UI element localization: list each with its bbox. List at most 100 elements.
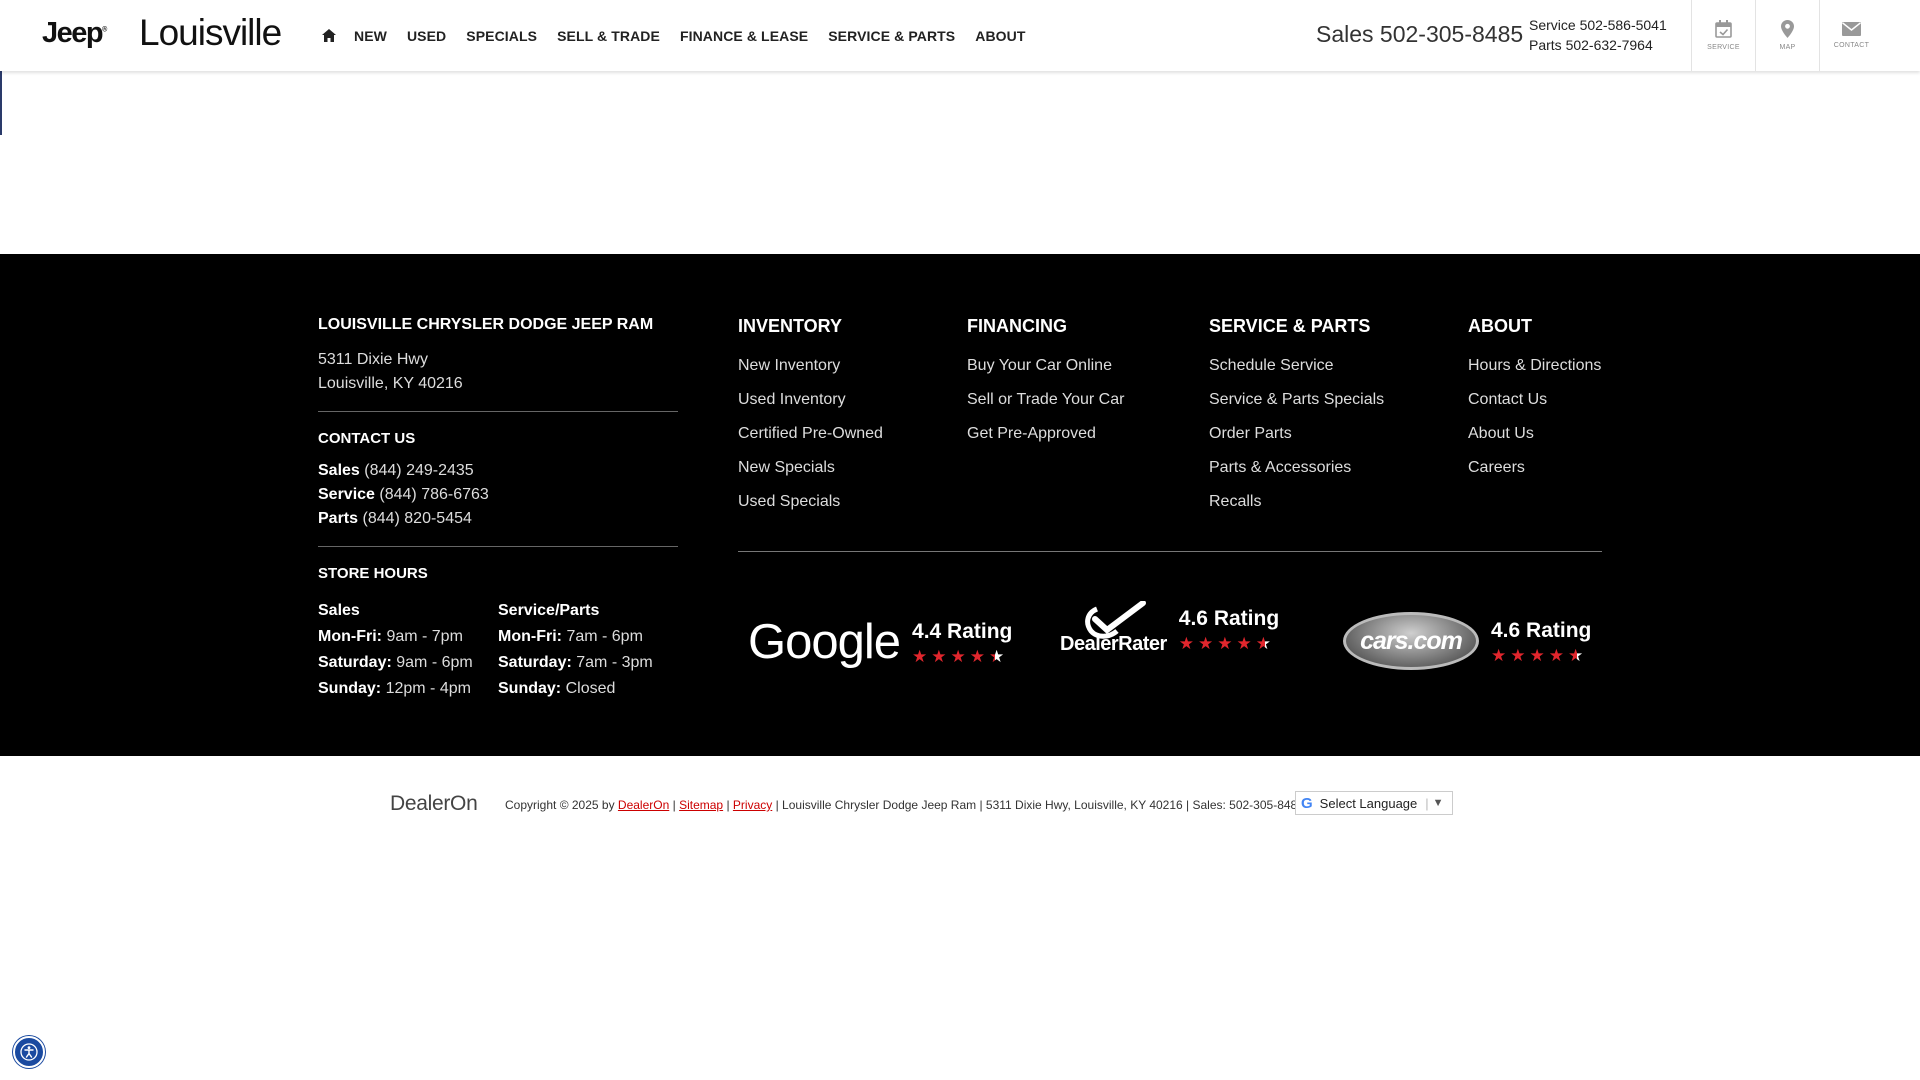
privacy-link[interactable]: Privacy [733,798,772,812]
hours-row: Mon-Fri: 9am - 7pm [318,628,463,645]
star-icon: ★ [1491,646,1507,665]
carscom-rating[interactable]: cars.com 4.6 Rating ★ ★ ★ ★ ★ [1343,612,1591,670]
footer-link[interactable]: Used Inventory [738,383,883,417]
nav-about[interactable]: ABOUT [975,28,1025,44]
dealer-city-logo[interactable]: Louisville [139,12,282,54]
star-rating: ★ ★ ★ ★ ★ [1179,633,1279,653]
divider [318,411,678,412]
star-icon: ★ [1529,646,1545,665]
nav-sell-trade[interactable]: SELL & TRADE [557,28,660,44]
map-pin-icon [1781,20,1794,38]
contact-list: Sales (844) 249-2435 Service (844) 786-6… [318,459,678,531]
footer-link[interactable]: New Specials [738,451,883,485]
star-icon: ★ [912,647,928,666]
footer-link[interactable]: Service & Parts Specials [1209,383,1384,417]
service-parts-hours: Service/Parts Mon-Fri: 7am - 6pm Saturda… [498,598,678,702]
nav-finance-lease[interactable]: FINANCE & LEASE [680,28,808,44]
dealerrater-rating[interactable]: DealerRater 4.6 Rating ★ ★ ★ ★ ★ [1060,601,1279,656]
service-phone[interactable]: Service 502-586-5041 [1529,15,1667,35]
contact-sales[interactable]: Sales (844) 249-2435 [318,459,678,483]
footer-link[interactable]: Careers [1468,451,1601,485]
footer-link[interactable]: Buy Your Car Online [967,349,1124,383]
store-hours-title: STORE HOURS [318,565,428,582]
service-quick-link[interactable]: SERVICE [1691,0,1755,71]
envelope-icon [1842,22,1861,36]
sales-hours: Sales Mon-Fri: 9am - 7pm Saturday: 9am -… [318,598,498,702]
footer-link[interactable]: New Inventory [738,349,883,383]
star-icon: ★ [1510,646,1526,665]
focus-marker [0,71,2,135]
financing-title: FINANCING [967,316,1067,336]
footer-link[interactable]: Recalls [1209,485,1384,519]
nav-new[interactable]: NEW [354,28,387,44]
footer-link[interactable]: Hours & Directions [1468,349,1601,383]
caret-down-icon: ▼ [1432,797,1444,809]
footer-link[interactable]: Used Specials [738,485,883,519]
financing-links: FINANCING Buy Your Car Online Sell or Tr… [967,316,1124,451]
about-links: ABOUT Hours & Directions Contact Us Abou… [1468,316,1601,485]
star-icon: ★ [931,647,947,666]
inventory-title: INVENTORY [738,316,843,336]
dealer-address[interactable]: 5311 Dixie Hwy Louisville, KY 40216 [318,348,678,396]
hours-row: Saturday: 7am - 3pm [498,654,653,671]
footer-link[interactable]: Certified Pre-Owned [738,417,883,451]
secondary-phones: Service 502-586-5041 Parts 502-632-7964 [1529,15,1667,55]
dealeron-logo[interactable]: DealerOn [390,792,478,816]
dealeron-link[interactable]: DealerOn [618,798,669,812]
nav-service-parts[interactable]: SERVICE & PARTS [828,28,955,44]
hours-row: Sunday: 12pm - 4pm [318,680,471,697]
inventory-links: INVENTORY New Inventory Used Inventory C… [738,316,883,519]
parts-phone[interactable]: Parts 502-632-7964 [1529,35,1667,55]
partial-star-icon: ★ [1255,633,1272,653]
rating-score: 4.4 Rating ★ ★ ★ ★ ★ [912,620,1013,666]
hours-row: Sunday: Closed [498,680,616,697]
footer-link[interactable]: Contact Us [1468,383,1601,417]
nav-used[interactable]: USED [407,28,446,44]
dealer-info: LOUISVILLE CHRYSLER DODGE JEEP RAM 5311 … [318,316,678,702]
separator: | [1425,795,1429,811]
footer-link[interactable]: About Us [1468,417,1601,451]
rating-text: 4.6 Rating [1491,619,1592,642]
footer-link[interactable]: Get Pre-Approved [967,417,1124,451]
google-rating[interactable]: Google 4.4 Rating ★ ★ ★ ★ ★ [748,614,1012,670]
map-quick-link[interactable]: MAP [1755,0,1819,71]
divider [318,546,678,547]
footer-link[interactable]: Parts & Accessories [1209,451,1384,485]
home-icon[interactable] [322,27,340,45]
hours-row: Mon-Fri: 7am - 6pm [498,628,643,645]
partial-star-icon: ★ [1568,646,1584,665]
contact-quick-link[interactable]: CONTACT [1819,0,1883,71]
footer-link[interactable]: Order Parts [1209,417,1384,451]
service-quick-label: SERVICE [1707,44,1740,51]
star-icon: ★ [969,647,986,666]
contact-parts[interactable]: Parts (844) 820-5454 [318,507,678,531]
contact-service[interactable]: Service (844) 786-6763 [318,483,678,507]
partial-star-icon: ★ [989,647,1005,666]
rating-score: 4.6 Rating ★ ★ ★ ★ ★ [1179,607,1279,653]
hours-row: Saturday: 9am - 6pm [318,654,473,671]
footer-link[interactable]: Sell or Trade Your Car [967,383,1124,417]
rating-text: 4.4 Rating [912,620,1013,643]
sitemap-link[interactable]: Sitemap [679,798,723,812]
nav-specials[interactable]: SPECIALS [466,28,537,44]
accessibility-button[interactable] [13,1036,45,1068]
dealerrater-logo: DealerRater [1060,601,1167,656]
language-select-label: Select Language [1319,795,1418,811]
accessibility-icon [20,1043,38,1061]
star-rating: ★ ★ ★ ★ ★ [912,647,1012,666]
star-icon: ★ [1548,646,1564,665]
jeep-logo[interactable]: Jeep® [42,17,107,50]
calendar-check-icon [1715,20,1732,38]
site-footer: LOUISVILLE CHRYSLER DODGE JEEP RAM 5311 … [0,254,1920,756]
language-select[interactable]: G Select Language | ▼ [1295,791,1453,815]
main-nav: NEW USED SPECIALS SELL & TRADE FINANCE &… [322,0,1046,71]
header-quick-links: SERVICE MAP CONTACT [1691,0,1883,71]
star-icon: ★ [1236,633,1252,653]
star-rating: ★ ★ ★ ★ ★ [1491,646,1591,665]
address-line-2: Louisville, KY 40216 [318,375,463,392]
footer-link[interactable]: Schedule Service [1209,349,1384,383]
contact-quick-label: CONTACT [1833,42,1870,49]
divider [738,551,1602,552]
dealer-name: LOUISVILLE CHRYSLER DODGE JEEP RAM [318,316,654,333]
sales-phone[interactable]: Sales 502-305-8485 [1316,21,1523,48]
